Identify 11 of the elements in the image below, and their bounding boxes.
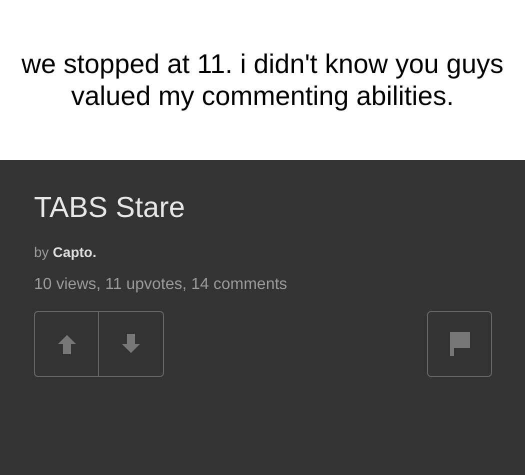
up-arrow-icon — [56, 334, 76, 354]
post-title: TABS Stare — [34, 191, 186, 226]
down-arrow-icon — [121, 334, 141, 354]
meme-caption: we stopped at 11. i didn't know you guys valued my commenting abilities. — [20, 48, 504, 112]
upvote-button[interactable] — [34, 311, 99, 377]
post-stats: 10 views, 11 upvotes, 14 comments — [34, 276, 288, 294]
flag-button[interactable] — [427, 311, 492, 377]
by-label: by — [34, 244, 49, 260]
flag-icon — [450, 332, 470, 356]
downvote-button[interactable] — [99, 311, 164, 377]
author-link[interactable]: Capto. — [52, 244, 96, 260]
